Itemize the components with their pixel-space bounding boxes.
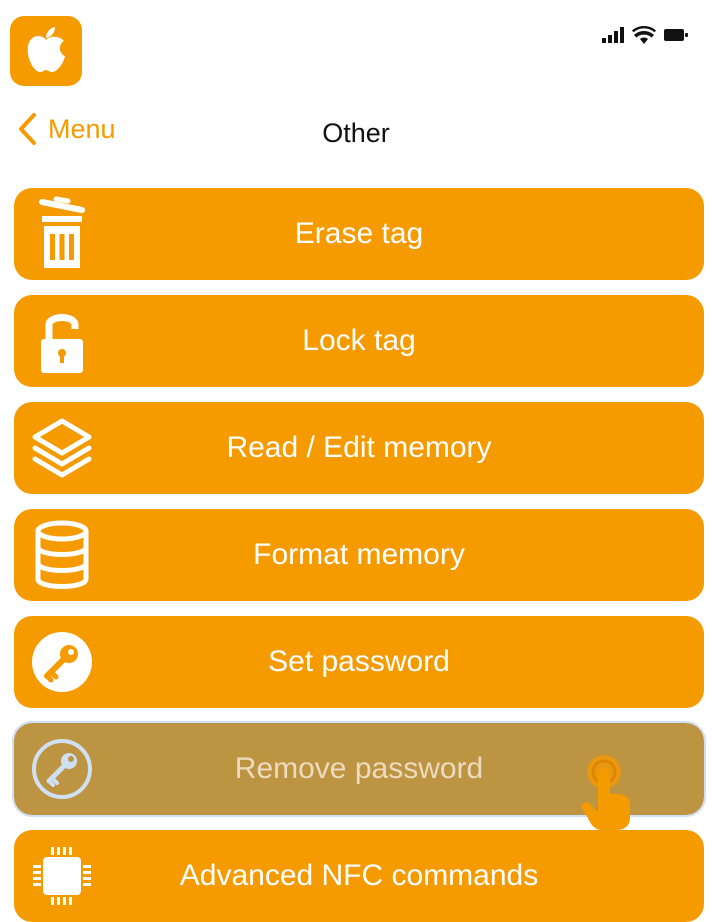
format-memory-button[interactable]: Format memory [14, 509, 704, 601]
status-bar [0, 0, 712, 90]
erase-tag-label: Erase tag [294, 217, 424, 250]
signal-bars-icon [602, 27, 624, 43]
page-title: Other [322, 118, 390, 148]
apple-logo-icon [27, 27, 66, 72]
format-memory-label: Format memory [253, 538, 465, 571]
battery-icon [664, 29, 688, 41]
erase-tag-button[interactable]: Erase tag [14, 188, 704, 280]
read-edit-memory-label: Read / Edit memory [226, 431, 492, 464]
advanced-nfc-commands-label: Advanced NFC commands [179, 859, 539, 892]
set-password-button[interactable]: Set password [14, 616, 704, 708]
status-icons [602, 26, 688, 44]
read-edit-memory-button[interactable]: Read / Edit memory [14, 402, 704, 494]
lock-tag-label: Lock tag [302, 324, 416, 357]
wifi-icon [632, 26, 656, 44]
advanced-nfc-commands-button[interactable]: Advanced NFC commands [14, 830, 704, 922]
lock-tag-button[interactable]: Lock tag [14, 295, 704, 387]
tap-hand-icon [572, 752, 644, 832]
app-icon[interactable] [10, 16, 82, 86]
navigation-bar: Menu Other [0, 108, 712, 160]
set-password-label: Set password [268, 645, 450, 678]
